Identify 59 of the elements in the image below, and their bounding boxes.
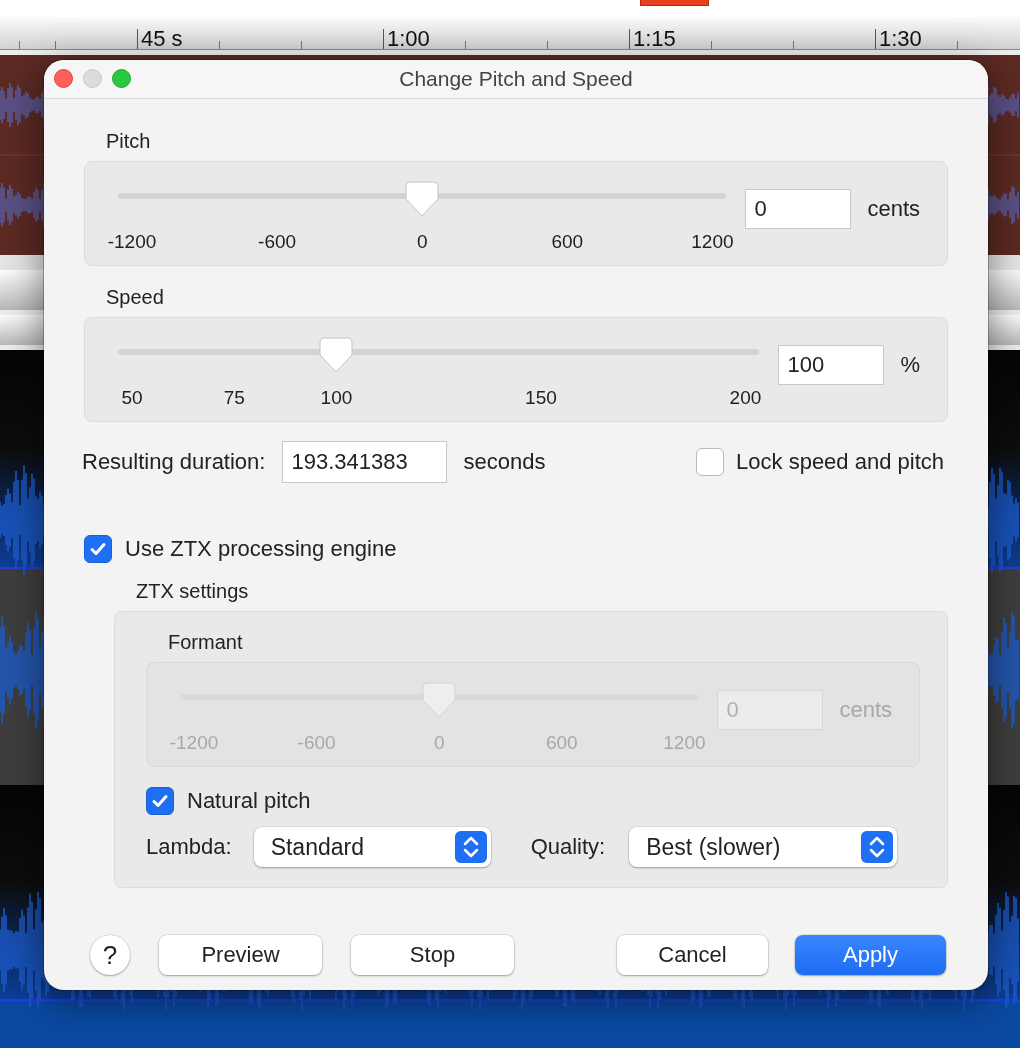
tick-label: -1200 <box>169 731 219 755</box>
checkbox-label: Natural pitch <box>187 788 311 814</box>
slider-track[interactable] <box>118 349 760 355</box>
tick-label: -600 <box>297 731 336 755</box>
tick-label: 600 <box>551 230 584 254</box>
slider-thumb[interactable] <box>319 337 354 373</box>
unit-label: seconds <box>463 449 546 475</box>
tick-label: -1200 <box>107 230 157 254</box>
tick-label: -600 <box>258 230 297 254</box>
tick-label: 75 <box>223 386 245 410</box>
tick-label: 1200 <box>691 230 734 254</box>
unit-label: % <box>900 352 920 378</box>
duration-field[interactable]: 193.341383 <box>282 441 448 483</box>
dropdown[interactable]: Best (slower) <box>629 827 898 867</box>
cancel-button[interactable]: Cancel <box>617 935 768 975</box>
stepper-icon <box>454 831 487 863</box>
tick-label: 1200 <box>663 731 706 755</box>
dropdown[interactable]: Standard <box>253 827 491 867</box>
timeline-ruler[interactable]: 45 s 1:00 1:15 1:30 <box>0 17 1020 50</box>
slider-track[interactable] <box>180 694 699 700</box>
minimize-button[interactable] <box>83 69 102 88</box>
stepper-icon <box>861 831 894 863</box>
section-label: Formant <box>168 630 244 654</box>
tick-label: 0 <box>433 731 445 755</box>
section-label: Speed <box>106 285 165 309</box>
section-label: ZTX settings <box>136 579 250 603</box>
action-button[interactable]: Apply <box>795 935 946 975</box>
ruler-label: 1:15 <box>633 29 676 49</box>
duration-label: Resulting duration: <box>82 449 266 475</box>
slider-thumb[interactable] <box>405 181 440 217</box>
unit-label: cents <box>867 196 920 222</box>
slider-track[interactable] <box>118 193 727 199</box>
value-field[interactable]: 0 <box>745 189 852 229</box>
ruler-label: 45 s <box>141 29 183 49</box>
unit-label: cents <box>839 697 892 723</box>
close-button[interactable] <box>54 69 73 88</box>
tick-label: 0 <box>416 230 428 254</box>
action-button[interactable]: Stop <box>351 935 514 975</box>
help-button[interactable]: ? <box>90 935 130 975</box>
record-meter-icon <box>640 0 709 6</box>
select-label: Quality: <box>530 834 606 860</box>
value-field[interactable]: 100 <box>778 345 885 385</box>
checkbox-label: Lock speed and pitch <box>736 449 944 475</box>
section-label: Pitch <box>106 129 152 153</box>
action-button[interactable]: Preview <box>159 935 322 975</box>
ruler-label: 1:00 <box>387 29 430 49</box>
select-label: Lambda: <box>146 834 232 860</box>
window-title: Change Pitch and Speed <box>399 67 633 91</box>
checkbox[interactable] <box>696 448 725 476</box>
checkbox-label: Use ZTX processing engine <box>125 536 397 562</box>
ruler-label: 1:30 <box>879 29 922 49</box>
tick-label: 150 <box>525 386 557 410</box>
checkbox[interactable] <box>84 535 112 563</box>
tick-label: 100 <box>320 386 353 410</box>
zoom-button[interactable] <box>112 69 131 88</box>
tick-label: 200 <box>729 386 762 410</box>
checkbox[interactable] <box>146 787 174 815</box>
tick-label: 50 <box>121 386 143 410</box>
tick-label: 600 <box>545 731 578 755</box>
